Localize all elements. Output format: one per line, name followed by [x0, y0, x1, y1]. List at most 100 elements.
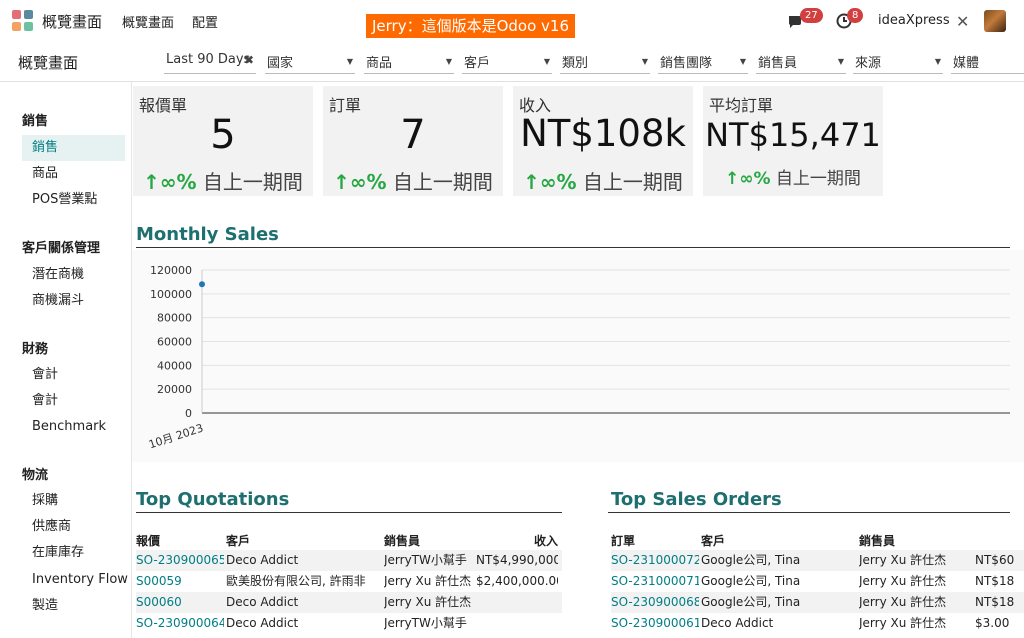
filter-category-label: 類別 [562, 56, 589, 71]
sidebar-item-products[interactable]: 商品 [22, 161, 125, 187]
kpi-card-orders[interactable]: 訂單 7 ↑∞% 自上一期間 [323, 86, 503, 196]
filter-category[interactable]: 類別 ▼ [560, 52, 650, 74]
order-ref[interactable]: SO-231000071 [611, 571, 699, 592]
filter-medium-label: 媒體 [953, 56, 980, 71]
salesperson-name: Jerry Xu 許仕杰 [859, 595, 947, 609]
trend-percent: ∞% [739, 169, 771, 189]
col-header-salesperson[interactable]: 銷售員 [384, 532, 420, 549]
table-row[interactable]: SO-230900068 Google公司, Tina Jerry Xu 許仕杰… [611, 592, 1024, 613]
trend-up-icon: ↑ [333, 170, 350, 194]
apps-grid-icon[interactable] [12, 10, 34, 32]
sidebar-item-stock[interactable]: 在庫庫存 [22, 540, 125, 566]
quotation-ref[interactable]: SO-230900065 [136, 550, 224, 571]
sidebar-group-crm: 客戶關係管理 [22, 241, 101, 256]
filter-customer[interactable]: 客戶 ▼ [462, 52, 552, 74]
revenue-value: $2,400,000.00 [476, 574, 558, 588]
order-ref[interactable]: SO-230900068 [611, 592, 699, 613]
col-header-customer[interactable]: 客戶 [701, 532, 725, 549]
sidebar-item-purchase[interactable]: 採購 [22, 488, 125, 514]
y-tick-label: 100000 [150, 288, 192, 301]
filter-date-label: Last 90 Days [166, 52, 251, 67]
company-switcher[interactable]: ideaXpress [878, 13, 950, 28]
filter-country-label: 國家 [267, 56, 294, 71]
customer-name: 歐美股份有限公司, 許雨非 [226, 574, 366, 588]
sidebar-item-pipeline[interactable]: 商機漏斗 [22, 288, 125, 314]
activities-badge: 8 [847, 8, 864, 23]
customer-name: Google公司, Tina [701, 595, 801, 609]
sidebar-item-pos[interactable]: POS營業點 [22, 187, 125, 213]
col-header-customer[interactable]: 客戶 [226, 532, 250, 549]
caret-down-icon: ▼ [934, 57, 941, 66]
customer-name: Deco Addict [226, 616, 299, 630]
sidebar-item-vendors[interactable]: 供應商 [22, 514, 125, 540]
trend-up-icon: ↑ [523, 170, 540, 194]
control-panel: 概覽畫面 Last 90 Days ✖ 國家 ▼ 商品 ▼ 客戶 ▼ 類別 ▼ … [0, 42, 1024, 82]
kpi-card-average-order[interactable]: 平均訂單 NT$15,471 ↑∞% 自上一期間 [703, 86, 883, 196]
table-row[interactable]: S00060 Deco Addict Jerry Xu 許仕杰 [136, 592, 562, 613]
trend-text: 自上一期間 [392, 170, 493, 194]
filter-sales-team[interactable]: 銷售團隊 ▼ [658, 52, 748, 74]
kpi-trend: ↑∞% 自上一期間 [703, 164, 883, 189]
y-tick-label: 40000 [157, 359, 192, 372]
trend-up-icon: ↑ [143, 170, 160, 194]
quotation-ref[interactable]: S00059 [136, 571, 224, 592]
filter-country[interactable]: 國家 ▼ [265, 52, 355, 74]
monthly-sales-chart[interactable]: 0 20000 40000 60000 80000 100000 120000 10月 202… [132, 250, 1024, 462]
col-header-order[interactable]: 訂單 [611, 532, 635, 549]
table-row[interactable]: SO-231000071 Google公司, Tina Jerry Xu 許仕杰… [611, 571, 1024, 592]
kpi-trend: ↑∞% 自上一期間 [133, 166, 313, 195]
filter-salesperson[interactable]: 銷售員 ▼ [756, 52, 846, 74]
quotation-ref[interactable]: S00060 [136, 592, 224, 613]
amount-value: NT$18 [975, 595, 1015, 609]
filter-source-label: 來源 [855, 56, 882, 71]
section-divider [608, 512, 1010, 513]
sidebar-item-accounting-2[interactable]: 會計 [22, 388, 125, 414]
trend-percent: ∞% [349, 170, 387, 194]
kpi-value: NT$15,471 [705, 116, 881, 154]
kpi-card-quotations[interactable]: 報價單 5 ↑∞% 自上一期間 [133, 86, 313, 196]
menu-configuration[interactable]: 配置 [192, 12, 218, 31]
table-row[interactable]: S00059 歐美股份有限公司, 許雨非 Jerry Xu 許仕杰 $2,400… [136, 571, 562, 592]
clear-icon[interactable]: ✖ [244, 53, 254, 67]
sidebar-item-benchmark[interactable]: Benchmark [22, 414, 125, 440]
sidebar-item-accounting-1[interactable]: 會計 [22, 362, 125, 388]
user-avatar[interactable] [984, 10, 1006, 32]
salesperson-name: JerryTW小幫手 [384, 616, 467, 630]
filter-date-range[interactable]: Last 90 Days ✖ [164, 52, 256, 74]
table-row[interactable]: SO-230900064 Deco Addict JerryTW小幫手 [136, 613, 562, 630]
sidebar-item-leads[interactable]: 潛在商機 [22, 262, 125, 288]
sidebar-item-manufacturing[interactable]: 製造 [22, 593, 125, 619]
menu-overview[interactable]: 概覽畫面 [122, 12, 174, 31]
sidebar-group-logistics: 物流 [22, 468, 49, 483]
debug-tools-icon[interactable]: ✕ [956, 12, 969, 31]
col-header-salesperson[interactable]: 銷售員 [859, 532, 895, 549]
caret-down-icon: ▼ [543, 57, 550, 66]
version-banner: Jerry：這個版本是Odoo v16 [366, 14, 576, 38]
filter-product[interactable]: 商品 ▼ [364, 52, 454, 74]
table-row[interactable]: SO-230900061 Deco Addict Jerry Xu 許仕杰 $3… [611, 613, 1024, 630]
table-row[interactable]: SO-231000072 Google公司, Tina Jerry Xu 許仕杰… [611, 550, 1024, 571]
filter-customer-label: 客戶 [464, 56, 491, 71]
customer-name: Deco Addict [701, 616, 774, 630]
sidebar-item-sales[interactable]: 銷售 [22, 135, 125, 161]
quotation-ref[interactable]: SO-230900064 [136, 613, 224, 630]
order-ref[interactable]: SO-231000072 [611, 550, 699, 571]
table-row[interactable]: SO-230900065 Deco Addict JerryTW小幫手 NT$4… [136, 550, 562, 571]
kpi-card-revenue[interactable]: 收入 NT$108k ↑∞% 自上一期間 [513, 86, 693, 196]
col-header-revenue[interactable]: 收入 [506, 532, 558, 549]
filter-medium[interactable]: 媒體 [951, 52, 1024, 74]
salesperson-name: Jerry Xu 許仕杰 [859, 574, 947, 588]
top-navbar: 概覽畫面 概覽畫面 配置 Jerry：這個版本是Odoo v16 27 8 id… [0, 0, 1024, 42]
caret-down-icon: ▼ [445, 57, 452, 66]
y-tick-label: 60000 [157, 336, 192, 349]
caret-down-icon: ▼ [837, 57, 844, 66]
filter-sales-team-label: 銷售團隊 [660, 56, 713, 71]
app-name[interactable]: 概覽畫面 [42, 11, 102, 32]
salesperson-name: Jerry Xu 許仕杰 [859, 616, 947, 630]
y-tick-label: 120000 [150, 264, 192, 277]
order-ref[interactable]: SO-230900061 [611, 613, 699, 630]
trend-percent: ∞% [539, 170, 577, 194]
sidebar-item-inventory-flow[interactable]: Inventory Flow [22, 567, 128, 593]
filter-source[interactable]: 來源 ▼ [853, 52, 943, 74]
col-header-quotation[interactable]: 報價 [136, 532, 160, 549]
